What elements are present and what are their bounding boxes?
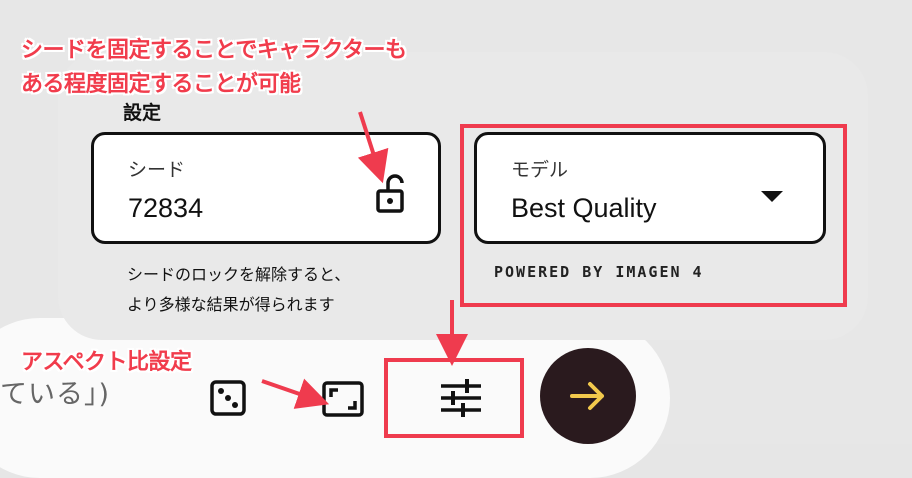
seed-help-text: シードのロックを解除すると、 より多様な結果が得られます [127,260,350,320]
seed-help-line-2: より多様な結果が得られます [127,295,335,314]
seed-annotation: シードを固定することでキャラクターも ある程度固定することが可能 [21,34,581,102]
aspect-ratio-icon[interactable] [322,381,364,417]
seed-label: シード [128,159,186,181]
settings-title: 設定 [123,102,162,124]
dice-icon[interactable] [210,380,246,416]
seed-field[interactable]: シード 72834 [91,132,441,244]
model-highlight-box [460,124,847,307]
tune-highlight-box [384,358,524,438]
seed-value[interactable]: 72834 [128,193,203,224]
seed-annotation-line-1: シードを固定することでキャラクターも [21,38,407,63]
seed-annotation-line-2: ある程度固定することが可能 [21,72,301,97]
submit-button[interactable] [540,348,636,444]
aspect-annotation: アスペクト比設定 [21,350,192,375]
arrow-right-icon [570,382,604,410]
unlock-icon[interactable] [372,173,412,213]
seed-help-line-1: シードのロックを解除すると、 [127,265,351,284]
